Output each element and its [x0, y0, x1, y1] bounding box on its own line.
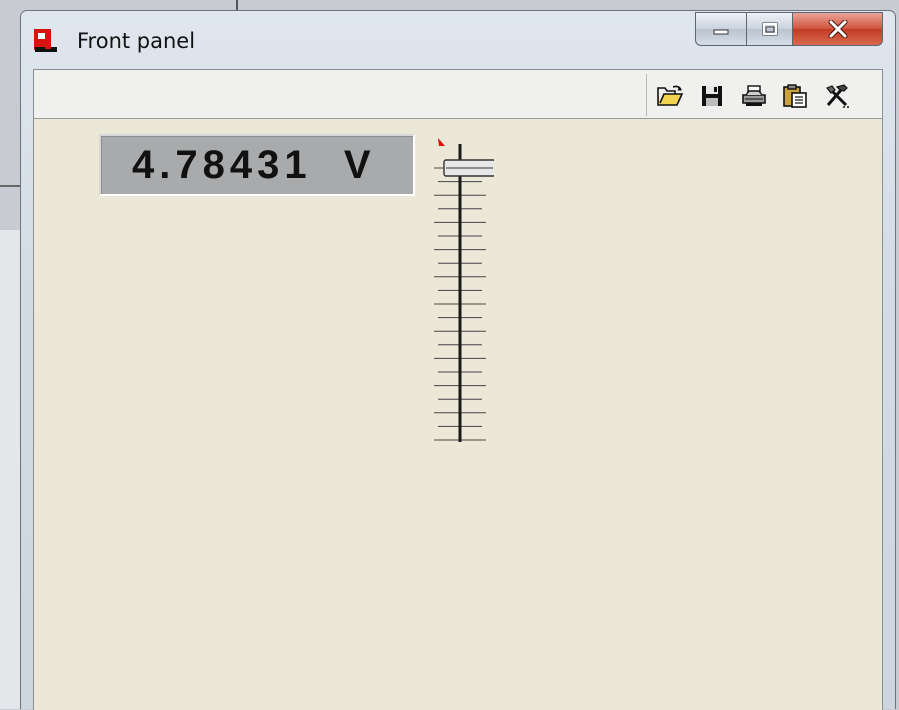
minimize-button[interactable]: [695, 12, 747, 46]
close-button[interactable]: [793, 12, 883, 46]
paste-button[interactable]: [780, 81, 812, 111]
caption-buttons: [695, 12, 883, 48]
title-bar[interactable]: Front panel: [21, 11, 895, 69]
voltage-display: 4.78431 V: [99, 134, 415, 196]
tools-icon: [826, 84, 849, 108]
open-button[interactable]: [654, 81, 686, 111]
save-button[interactable]: [696, 81, 728, 111]
app-logo-icon: [34, 29, 57, 52]
background-line: [0, 185, 22, 187]
tools-button[interactable]: [822, 81, 854, 111]
window-title: Front panel: [77, 29, 196, 53]
minimize-icon: [713, 29, 729, 35]
save-disk-icon: [702, 86, 722, 106]
slider-graphic[interactable]: [414, 134, 494, 454]
front-panel-client: 4.78431 V: [33, 69, 883, 710]
open-folder-icon: [657, 85, 684, 106]
background-window-edge: [0, 230, 20, 709]
clipboard-icon: [783, 84, 807, 108]
front-panel-window: Front panel 4.78431 V: [20, 10, 896, 710]
voltage-unit: V: [343, 143, 376, 187]
toolbar: [34, 70, 882, 119]
value-marker: [438, 138, 445, 146]
voltage-value: 4.78431: [132, 143, 312, 187]
print-button[interactable]: [738, 81, 770, 111]
voltage-slider[interactable]: [414, 134, 494, 454]
close-icon: [828, 20, 847, 38]
maximize-icon: [762, 22, 777, 36]
printer-icon: [742, 85, 766, 106]
toolbar-separator: [646, 74, 647, 116]
maximize-button[interactable]: [747, 12, 793, 46]
